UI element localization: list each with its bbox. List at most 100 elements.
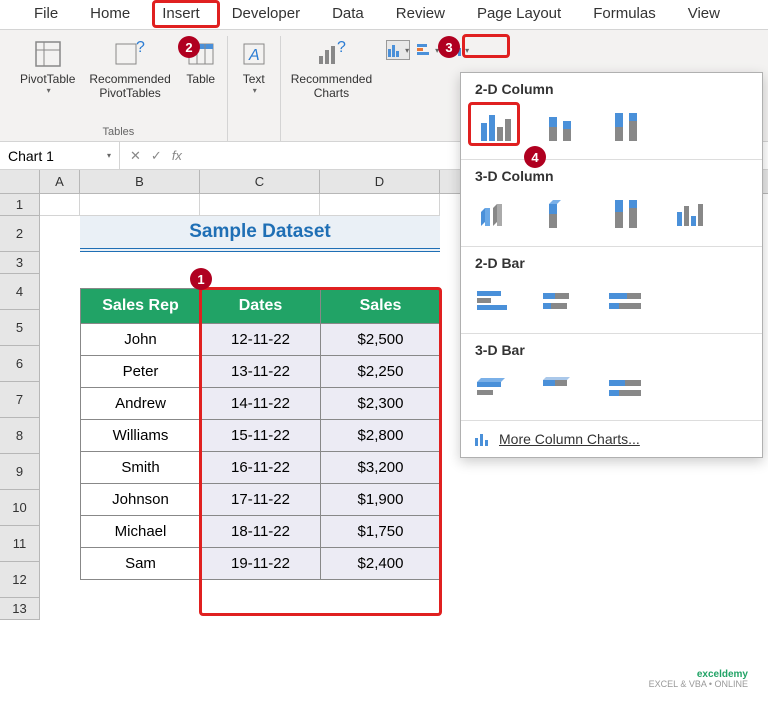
- 100-stacked-column-option[interactable]: [607, 109, 651, 143]
- tab-formulas[interactable]: Formulas: [577, 0, 672, 29]
- recommended-pivot-icon: ?: [114, 38, 146, 70]
- recommended-pivottables-button[interactable]: ? Recommended PivotTables: [83, 36, 176, 103]
- col-header-d[interactable]: D: [320, 170, 440, 193]
- more-column-charts-link[interactable]: More Column Charts...: [461, 421, 762, 457]
- tab-data[interactable]: Data: [316, 0, 380, 29]
- text-icon: A: [238, 38, 270, 70]
- cell[interactable]: John: [81, 324, 201, 356]
- 3d-100-stacked-bar-option[interactable]: [607, 370, 651, 404]
- row-header[interactable]: 4: [0, 274, 40, 310]
- group-label-tables: Tables: [102, 124, 134, 141]
- 3d-column-option[interactable]: [673, 196, 717, 230]
- row-header[interactable]: 7: [0, 382, 40, 418]
- cell[interactable]: Smith: [81, 452, 201, 484]
- cell[interactable]: 18-11-22: [201, 516, 321, 548]
- cell[interactable]: $1,900: [321, 484, 441, 516]
- ribbon-tabs: File Home Insert Developer Data Review P…: [0, 0, 768, 30]
- cell[interactable]: Michael: [81, 516, 201, 548]
- tab-insert[interactable]: Insert: [146, 0, 216, 29]
- cell[interactable]: Andrew: [81, 388, 201, 420]
- row-header[interactable]: 2: [0, 216, 40, 252]
- insert-bar-chart-button[interactable]: ▾: [416, 40, 440, 60]
- cell[interactable]: 13-11-22: [201, 356, 321, 388]
- text-button[interactable]: A Text▾: [232, 36, 276, 98]
- cell[interactable]: Sam: [81, 548, 201, 580]
- cell[interactable]: $2,300: [321, 388, 441, 420]
- data-table: Sales Rep Dates Sales John12-11-22$2,500…: [80, 288, 441, 580]
- chevron-down-icon: ▾: [47, 86, 51, 96]
- annotation-badge-2: 2: [178, 36, 200, 58]
- pivottable-button[interactable]: PivotTable▾: [14, 36, 81, 103]
- row-header[interactable]: 12: [0, 562, 40, 598]
- row-header[interactable]: 13: [0, 598, 40, 620]
- cell[interactable]: $2,400: [321, 548, 441, 580]
- cell[interactable]: 16-11-22: [201, 452, 321, 484]
- chevron-down-icon: ▾: [107, 151, 111, 160]
- 3d-clustered-bar-option[interactable]: [475, 370, 519, 404]
- dataset-title: Sample Dataset: [80, 216, 440, 252]
- section-2d-column: 2-D Column: [475, 81, 748, 97]
- tab-page-layout[interactable]: Page Layout: [461, 0, 577, 29]
- 3d-100-stacked-column-option[interactable]: [607, 196, 651, 230]
- annotation-badge-4: 4: [524, 146, 546, 168]
- col-header-b[interactable]: B: [80, 170, 200, 193]
- row-header[interactable]: 11: [0, 526, 40, 562]
- tab-file[interactable]: File: [18, 0, 74, 29]
- cancel-formula-icon[interactable]: ✕: [130, 148, 141, 164]
- fx-icon[interactable]: fx: [172, 148, 182, 164]
- section-3d-column: 3-D Column: [475, 168, 748, 184]
- row-header[interactable]: 8: [0, 418, 40, 454]
- cell[interactable]: 12-11-22: [201, 324, 321, 356]
- header-sales-rep[interactable]: Sales Rep: [81, 289, 201, 324]
- header-sales[interactable]: Sales: [321, 289, 441, 324]
- cell[interactable]: 17-11-22: [201, 484, 321, 516]
- cell[interactable]: $2,800: [321, 420, 441, 452]
- row-header[interactable]: 6: [0, 346, 40, 382]
- tab-developer[interactable]: Developer: [216, 0, 316, 29]
- cell[interactable]: Peter: [81, 356, 201, 388]
- recommended-charts-button[interactable]: ? Recommended Charts: [285, 36, 378, 103]
- insert-column-chart-button[interactable]: ▾: [386, 40, 410, 60]
- col-header-c[interactable]: C: [200, 170, 320, 193]
- col-header-a[interactable]: A: [40, 170, 80, 193]
- cell[interactable]: $3,200: [321, 452, 441, 484]
- section-2d-bar: 2-D Bar: [475, 255, 748, 271]
- row-header[interactable]: 5: [0, 310, 40, 346]
- 3d-stacked-column-option[interactable]: [541, 196, 585, 230]
- enter-formula-icon[interactable]: ✓: [151, 148, 162, 164]
- chevron-down-icon: ▾: [465, 46, 469, 55]
- cell[interactable]: $2,500: [321, 324, 441, 356]
- pivottable-icon: [32, 38, 64, 70]
- clustered-column-option[interactable]: [475, 109, 519, 143]
- cell[interactable]: 19-11-22: [201, 548, 321, 580]
- cell[interactable]: 14-11-22: [201, 388, 321, 420]
- cell[interactable]: Williams: [81, 420, 201, 452]
- cell[interactable]: 15-11-22: [201, 420, 321, 452]
- tab-view[interactable]: View: [672, 0, 728, 29]
- row-header[interactable]: 10: [0, 490, 40, 526]
- stacked-column-option[interactable]: [541, 109, 585, 143]
- column-chart-dropdown: 2-D Column 3-D Column 2-D Bar 3-D Bar: [460, 72, 763, 458]
- cell[interactable]: $1,750: [321, 516, 441, 548]
- 3d-clustered-column-option[interactable]: [475, 196, 519, 230]
- clustered-bar-option[interactable]: [475, 283, 519, 317]
- watermark: exceldemyEXCEL & VBA • ONLINE: [649, 669, 748, 690]
- chevron-down-icon: ▾: [253, 86, 257, 96]
- 3d-stacked-bar-option[interactable]: [541, 370, 585, 404]
- 100-stacked-bar-option[interactable]: [607, 283, 651, 317]
- chevron-down-icon: ▾: [405, 46, 409, 55]
- tab-review[interactable]: Review: [380, 0, 461, 29]
- stacked-bar-option[interactable]: [541, 283, 585, 317]
- tab-home[interactable]: Home: [74, 0, 146, 29]
- cell[interactable]: $2,250: [321, 356, 441, 388]
- name-box[interactable]: Chart 1▾: [0, 142, 120, 169]
- cell[interactable]: Johnson: [81, 484, 201, 516]
- select-all-corner[interactable]: [0, 170, 40, 193]
- row-header[interactable]: 1: [0, 194, 40, 216]
- svg-text:?: ?: [337, 39, 346, 56]
- row-header[interactable]: 3: [0, 252, 40, 274]
- header-dates[interactable]: Dates: [201, 289, 321, 324]
- group-text: A Text▾: [228, 36, 281, 141]
- row-header[interactable]: 9: [0, 454, 40, 490]
- recommended-charts-icon: ?: [315, 38, 347, 70]
